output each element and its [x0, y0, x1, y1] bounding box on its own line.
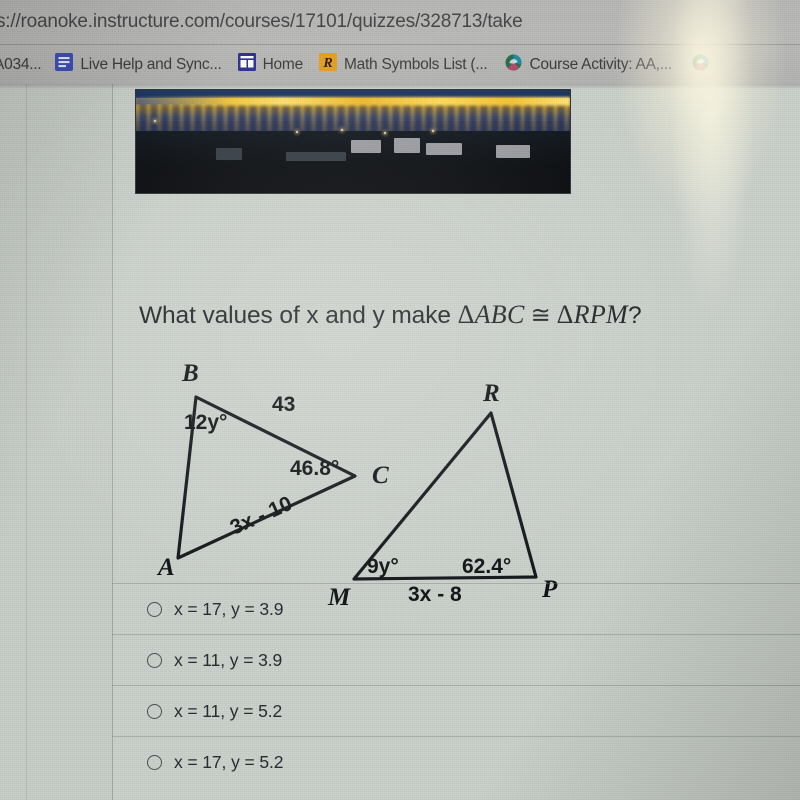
vertex-label-a: A	[156, 554, 175, 581]
browser-chrome: s://roanoke.instructure.com/courses/1710…	[0, 0, 800, 84]
canvas-layout-icon	[237, 53, 256, 76]
quiz-page-body: What values of x and y make ΔABC ≅ ΔRPM? B…	[0, 84, 800, 800]
bookmark-course-activity[interactable]: Course Activity: AA,...	[505, 45, 691, 84]
photo-building	[426, 143, 462, 155]
bookmark-label: A034...	[0, 55, 42, 73]
url-text: s://roanoke.instructure.com/courses/1710…	[0, 11, 523, 32]
geometry-figure: B C A R P M 12y° 43 46.8° 3x - 10 9y° 62…	[150, 359, 590, 619]
window-edge-line	[26, 84, 27, 800]
answer-option-label: x = 17, y = 3.9	[174, 598, 284, 619]
answer-option-row[interactable]: x = 11, y = 5.2	[112, 685, 800, 736]
bookmarks-bar: A034... Live Help and Sync...	[0, 45, 800, 84]
answer-option-label: x = 17, y = 5.2	[174, 751, 284, 772]
photo-light-speck	[296, 131, 298, 133]
radio-button-icon[interactable]	[147, 601, 162, 617]
photo-light-speck	[432, 130, 434, 132]
photo-light-speck	[341, 129, 343, 131]
angle-label-12y: 12y°	[184, 411, 227, 434]
bookmark-a034[interactable]: A034...	[0, 45, 55, 84]
answer-option-row[interactable]: x = 17, y = 5.2	[112, 736, 800, 787]
answer-option-label: x = 11, y = 5.2	[174, 700, 283, 721]
bookmark-label: Home	[262, 55, 304, 73]
angle-label-62-4: 62.4°	[462, 555, 511, 578]
question-banner-photo	[135, 89, 571, 194]
svg-text:R: R	[322, 56, 332, 71]
bookmark-math-symbols-list[interactable]: R Math Symbols List (...	[318, 45, 506, 84]
photo-building	[496, 145, 530, 158]
question-suffix: ?	[628, 302, 642, 329]
edge-browser-icon	[692, 54, 709, 76]
address-bar[interactable]: s://roanoke.instructure.com/courses/1710…	[0, 0, 800, 44]
vertex-label-b: B	[181, 360, 199, 387]
page-left-gutter	[0, 84, 112, 800]
triangle-abc-label: ABC	[474, 300, 525, 329]
vertex-label-c: C	[372, 462, 389, 489]
edge-browser-icon	[505, 54, 522, 76]
congruent-symbol: ≅	[530, 302, 551, 329]
photo-light-speck	[154, 120, 156, 122]
answer-options-list: x = 17, y = 3.9 x = 11, y = 3.9 x = 11, …	[112, 583, 800, 787]
triangle-rpm-label: RPM	[573, 300, 628, 329]
question-prompt: What values of x and y make ΔABC ≅ ΔRPM?	[139, 300, 642, 330]
side-label-43: 43	[272, 393, 295, 416]
vertex-label-r: R	[482, 380, 500, 407]
photo-building	[351, 140, 381, 153]
letter-r-icon: R	[318, 53, 337, 76]
photo-building	[216, 148, 242, 160]
radio-button-icon[interactable]	[147, 652, 162, 668]
angle-label-9y: 9y°	[367, 555, 399, 578]
question-prefix: What values of x and y make	[139, 302, 458, 329]
photo-light-speck	[384, 132, 386, 134]
chrome-shadow	[0, 84, 800, 89]
answer-option-row[interactable]: x = 11, y = 3.9	[112, 634, 800, 685]
answer-option-row[interactable]: x = 17, y = 3.9	[112, 583, 800, 634]
photo-building	[286, 152, 346, 161]
radio-button-icon[interactable]	[147, 754, 162, 770]
radio-button-icon[interactable]	[147, 703, 162, 719]
side-label-3x-minus-10: 3x - 10	[227, 492, 296, 540]
bookmark-overflow[interactable]	[692, 45, 716, 84]
angle-label-46-8: 46.8°	[290, 457, 339, 480]
bookmark-label: Course Activity: AA,...	[529, 55, 672, 73]
bookmark-label: Math Symbols List (...	[343, 55, 488, 73]
triangle-symbol-1: Δ	[457, 300, 475, 329]
answer-option-label: x = 11, y = 3.9	[174, 649, 283, 670]
triangle-symbol-2: Δ	[556, 300, 574, 329]
bookmark-live-help-and-sync[interactable]: Live Help and Sync...	[55, 45, 237, 84]
photo-building	[394, 138, 420, 153]
bookmark-label: Live Help and Sync...	[80, 55, 222, 73]
document-list-icon	[55, 53, 74, 76]
bookmark-home[interactable]: Home	[237, 45, 319, 84]
